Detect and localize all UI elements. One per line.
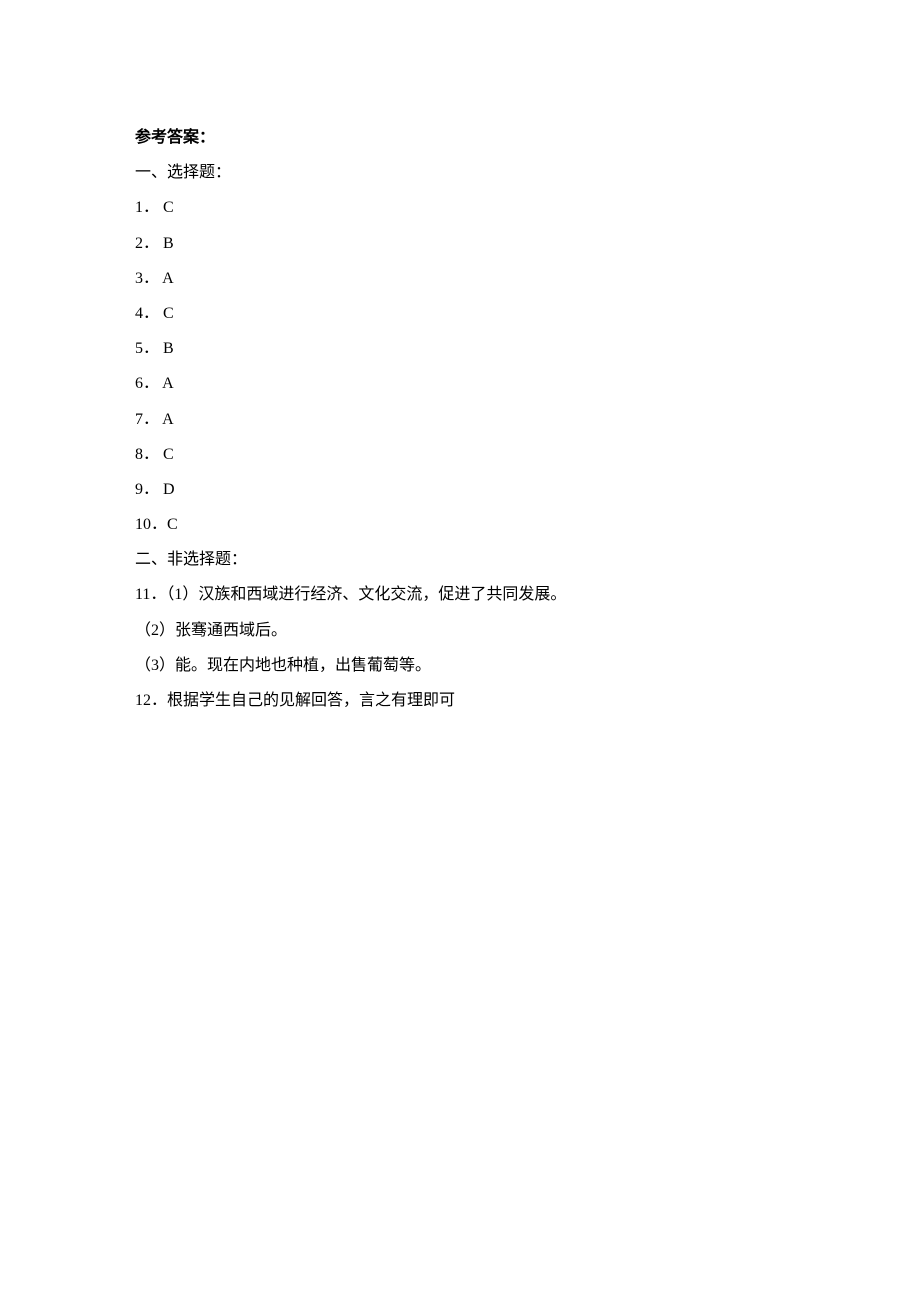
mc-number: 2． <box>135 235 159 252</box>
mc-answer: A <box>162 375 174 392</box>
mc-number: 10． <box>135 516 167 533</box>
mc-answer-row: 2． B <box>135 226 785 261</box>
mc-answer: B <box>163 235 174 252</box>
q11-part3: （3）能。现在内地也种植，出售葡萄等。 <box>135 648 785 683</box>
mc-answer-row: 6． A <box>135 366 785 401</box>
mc-answer-row: 8． C <box>135 437 785 472</box>
q12-answer: 12．根据学生自己的见解回答，言之有理即可 <box>135 683 785 718</box>
mc-answer-row: 10．C <box>135 507 785 542</box>
mc-number: 1． <box>135 199 159 216</box>
q11-part1: 11．（1）汉族和西域进行经济、文化交流，促进了共同发展。 <box>135 577 785 612</box>
mc-answer-row: 7． A <box>135 402 785 437</box>
mc-number: 4． <box>135 305 159 322</box>
mc-answer-row: 1． C <box>135 190 785 225</box>
mc-answer-row: 3． A <box>135 261 785 296</box>
mc-number: 6． <box>135 375 159 392</box>
mc-answer-row: 4． C <box>135 296 785 331</box>
mc-answer: A <box>162 411 174 428</box>
mc-answer-row: 9． D <box>135 472 785 507</box>
mc-answer: D <box>163 481 175 498</box>
document-page: 参考答案： 一、选择题： 1． C 2． B 3． A 4． C 5． B 6．… <box>0 0 920 718</box>
answer-key-title: 参考答案： <box>135 120 785 155</box>
mc-answer: C <box>167 516 178 533</box>
mc-number: 7． <box>135 411 159 428</box>
q11-part2: （2）张骞通西域后。 <box>135 613 785 648</box>
section-2-heading: 二、非选择题： <box>135 542 785 577</box>
mc-answer: C <box>163 305 174 322</box>
section-1-heading: 一、选择题： <box>135 155 785 190</box>
mc-number: 9． <box>135 481 159 498</box>
mc-number: 3． <box>135 270 159 287</box>
mc-answer: C <box>163 199 174 216</box>
mc-number: 5． <box>135 340 159 357</box>
mc-number: 8． <box>135 446 159 463</box>
mc-answer: B <box>163 340 174 357</box>
mc-answer: A <box>162 270 174 287</box>
mc-answer: C <box>163 446 174 463</box>
mc-answer-row: 5． B <box>135 331 785 366</box>
